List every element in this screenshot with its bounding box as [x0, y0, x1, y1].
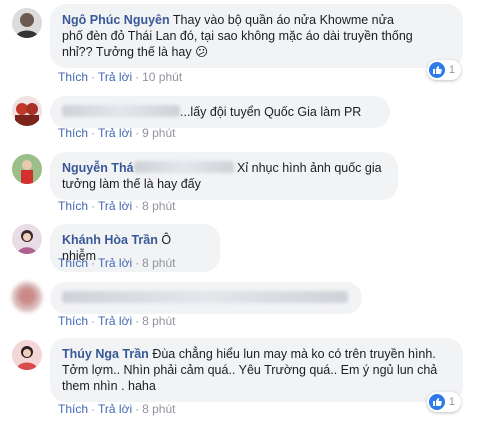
- separator-dot: ·: [135, 256, 140, 270]
- reply-button[interactable]: Trả lời: [98, 70, 132, 84]
- comment-bubble: Ngô Phúc Nguyên Thay vào bộ quần áo nửa …: [50, 4, 463, 68]
- redacted-author: [62, 105, 180, 117]
- separator-dot: ·: [135, 70, 140, 84]
- avatar[interactable]: [12, 154, 42, 184]
- separator-dot: ·: [135, 199, 140, 213]
- comment-bubble: Thúy Nga Trần Đùa chẳng hiểu lun may mà …: [50, 338, 463, 402]
- comment-time[interactable]: 8 phút: [142, 402, 175, 416]
- comment-time[interactable]: 9 phút: [142, 126, 175, 140]
- like-reaction-icon: [428, 394, 445, 410]
- comment-time[interactable]: 8 phút: [142, 199, 175, 213]
- reply-button[interactable]: Trả lời: [98, 314, 132, 328]
- separator-dot: ·: [91, 402, 96, 416]
- comment-time[interactable]: 10 phút: [142, 70, 182, 84]
- separator-dot: ·: [135, 126, 140, 140]
- comment-actions: Thích · Trả lời · 8 phút: [58, 402, 175, 416]
- redacted-comment: [62, 291, 348, 303]
- comment-author[interactable]: Thúy Nga Trần: [62, 347, 149, 361]
- comment-bubble: [50, 282, 362, 314]
- comment-author[interactable]: Ngô Phúc Nguyên: [62, 13, 170, 27]
- comment-bubble: Nguyễn Thá Xỉ nhục hình ảnh quốc gia tưở…: [50, 152, 398, 200]
- reaction-count-label: 1: [448, 64, 455, 76]
- reply-button[interactable]: Trả lời: [98, 126, 132, 140]
- avatar[interactable]: [12, 96, 42, 126]
- comment-time[interactable]: 8 phút: [142, 256, 175, 270]
- comment-bubble: ...lấy đội tuyển Quốc Gia làm PR: [50, 96, 390, 128]
- comment-actions: Thích · Trả lời · 9 phút: [58, 126, 175, 140]
- like-button[interactable]: Thích: [58, 402, 88, 416]
- comment-actions: Thích · Trả lời · 8 phút: [58, 256, 175, 270]
- separator-dot: ·: [91, 314, 96, 328]
- comment-author[interactable]: Nguyễn Thá: [62, 161, 134, 175]
- separator-dot: ·: [135, 314, 140, 328]
- reply-button[interactable]: Trả lời: [98, 402, 132, 416]
- reply-button[interactable]: Trả lời: [98, 256, 132, 270]
- like-button[interactable]: Thích: [58, 126, 88, 140]
- separator-dot: ·: [91, 126, 96, 140]
- redacted-author: [133, 161, 234, 173]
- reaction-count[interactable]: 1: [426, 60, 461, 80]
- avatar[interactable]: [12, 224, 42, 254]
- comment-actions: Thích · Trả lời · 8 phút: [58, 314, 175, 328]
- separator-dot: ·: [91, 256, 96, 270]
- like-button[interactable]: Thích: [58, 314, 88, 328]
- comment-author[interactable]: Khánh Hòa Trần: [62, 233, 158, 247]
- comment-text: ...lấy đội tuyển Quốc Gia làm PR: [180, 105, 362, 119]
- comment-actions: Thích · Trả lời · 10 phút: [58, 70, 182, 84]
- reply-button[interactable]: Trả lời: [98, 199, 132, 213]
- reaction-count[interactable]: 1: [426, 392, 461, 412]
- avatar[interactable]: [12, 340, 42, 370]
- reaction-count-label: 1: [448, 396, 455, 408]
- like-button[interactable]: Thích: [58, 256, 88, 270]
- separator-dot: ·: [91, 199, 96, 213]
- separator-dot: ·: [91, 70, 96, 84]
- avatar[interactable]: [12, 282, 42, 312]
- avatar[interactable]: [12, 8, 42, 38]
- comment-time[interactable]: 8 phút: [142, 314, 175, 328]
- comment-actions: Thích · Trả lời · 8 phút: [58, 199, 175, 213]
- like-button[interactable]: Thích: [58, 199, 88, 213]
- separator-dot: ·: [135, 402, 140, 416]
- like-reaction-icon: [428, 62, 445, 78]
- like-button[interactable]: Thích: [58, 70, 88, 84]
